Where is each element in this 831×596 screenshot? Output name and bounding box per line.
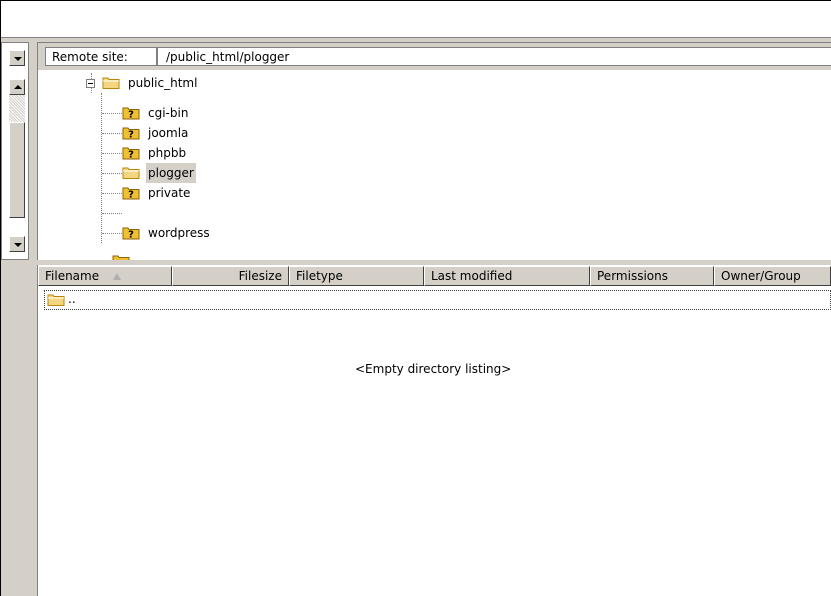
file-name: .. — [68, 292, 76, 306]
column-label: Last modified — [431, 269, 513, 283]
tree-node-label: wordpress — [148, 226, 210, 240]
unknown-folder-icon — [112, 255, 130, 260]
svg-text:?: ? — [128, 230, 134, 241]
column-label: Owner/Group — [721, 269, 801, 283]
scroll-down-arrow-bottom[interactable] — [9, 236, 25, 252]
sort-ascending-icon — [113, 273, 122, 280]
column-filesize[interactable]: Filesize — [172, 266, 289, 286]
column-owner-group[interactable]: Owner/Group — [714, 266, 831, 286]
tree-node-label: cgi-bin — [148, 106, 189, 120]
column-label: Filetype — [296, 269, 343, 283]
folder-icon — [102, 77, 120, 89]
remote-directory-tree: public_html ? cgi-bin ? joomla ? phpbb p… — [38, 73, 831, 260]
tree-connector-line — [102, 233, 122, 234]
tree-connector-line — [102, 133, 122, 134]
scroll-up-arrow[interactable] — [9, 79, 25, 95]
scrollbar-track[interactable] — [9, 95, 25, 122]
column-label: Permissions — [597, 269, 668, 283]
top-bar — [1, 1, 831, 38]
remote-site-label: Remote site: — [45, 47, 157, 66]
tree-node-label: public_html — [128, 76, 198, 90]
tree-connector-line — [102, 113, 122, 114]
folder-icon — [47, 294, 65, 306]
tree-node-label: plogger — [146, 163, 196, 183]
tree-node-label: phpbb — [148, 146, 187, 160]
svg-text:?: ? — [128, 150, 134, 161]
tree-connector-line — [102, 193, 122, 194]
remote-site-path-input[interactable]: /public_html/plogger — [157, 47, 831, 66]
column-label: Filesize — [238, 269, 282, 283]
unknown-folder-icon: ? — [122, 127, 140, 141]
scrollbar-thumb[interactable] — [9, 122, 25, 218]
tree-connector-line — [101, 93, 102, 243]
file-list-header: Filename Filesize Filetype Last modified… — [38, 266, 831, 286]
unknown-folder-icon: ? — [122, 107, 140, 121]
unknown-folder-icon: ? — [122, 187, 140, 201]
column-permissions[interactable]: Permissions — [590, 266, 714, 286]
svg-text:?: ? — [128, 110, 134, 121]
svg-text:?: ? — [128, 190, 134, 201]
tree-node-label: private — [148, 186, 191, 200]
column-filetype[interactable]: Filetype — [289, 266, 424, 286]
remote-file-list — [37, 265, 831, 596]
scroll-down-arrow[interactable] — [9, 50, 25, 66]
svg-text:?: ? — [128, 130, 134, 141]
tree-node-label: joomla — [148, 126, 189, 140]
tree-connector-line — [102, 213, 122, 214]
empty-listing-message: <Empty directory listing> — [355, 362, 512, 376]
collapse-icon[interactable] — [86, 79, 95, 88]
tree-connector-line — [102, 153, 122, 154]
unknown-folder-icon: ? — [122, 227, 140, 241]
file-row-parent-directory[interactable]: .. — [44, 290, 831, 310]
column-last-modified[interactable]: Last modified — [424, 266, 590, 286]
column-filename[interactable]: Filename — [38, 266, 172, 286]
tree-connector-line — [102, 173, 122, 174]
unknown-folder-icon: ? — [122, 147, 140, 161]
local-list-pane — [1, 264, 31, 596]
folder-open-icon — [122, 167, 140, 179]
column-label: Filename — [45, 269, 100, 283]
